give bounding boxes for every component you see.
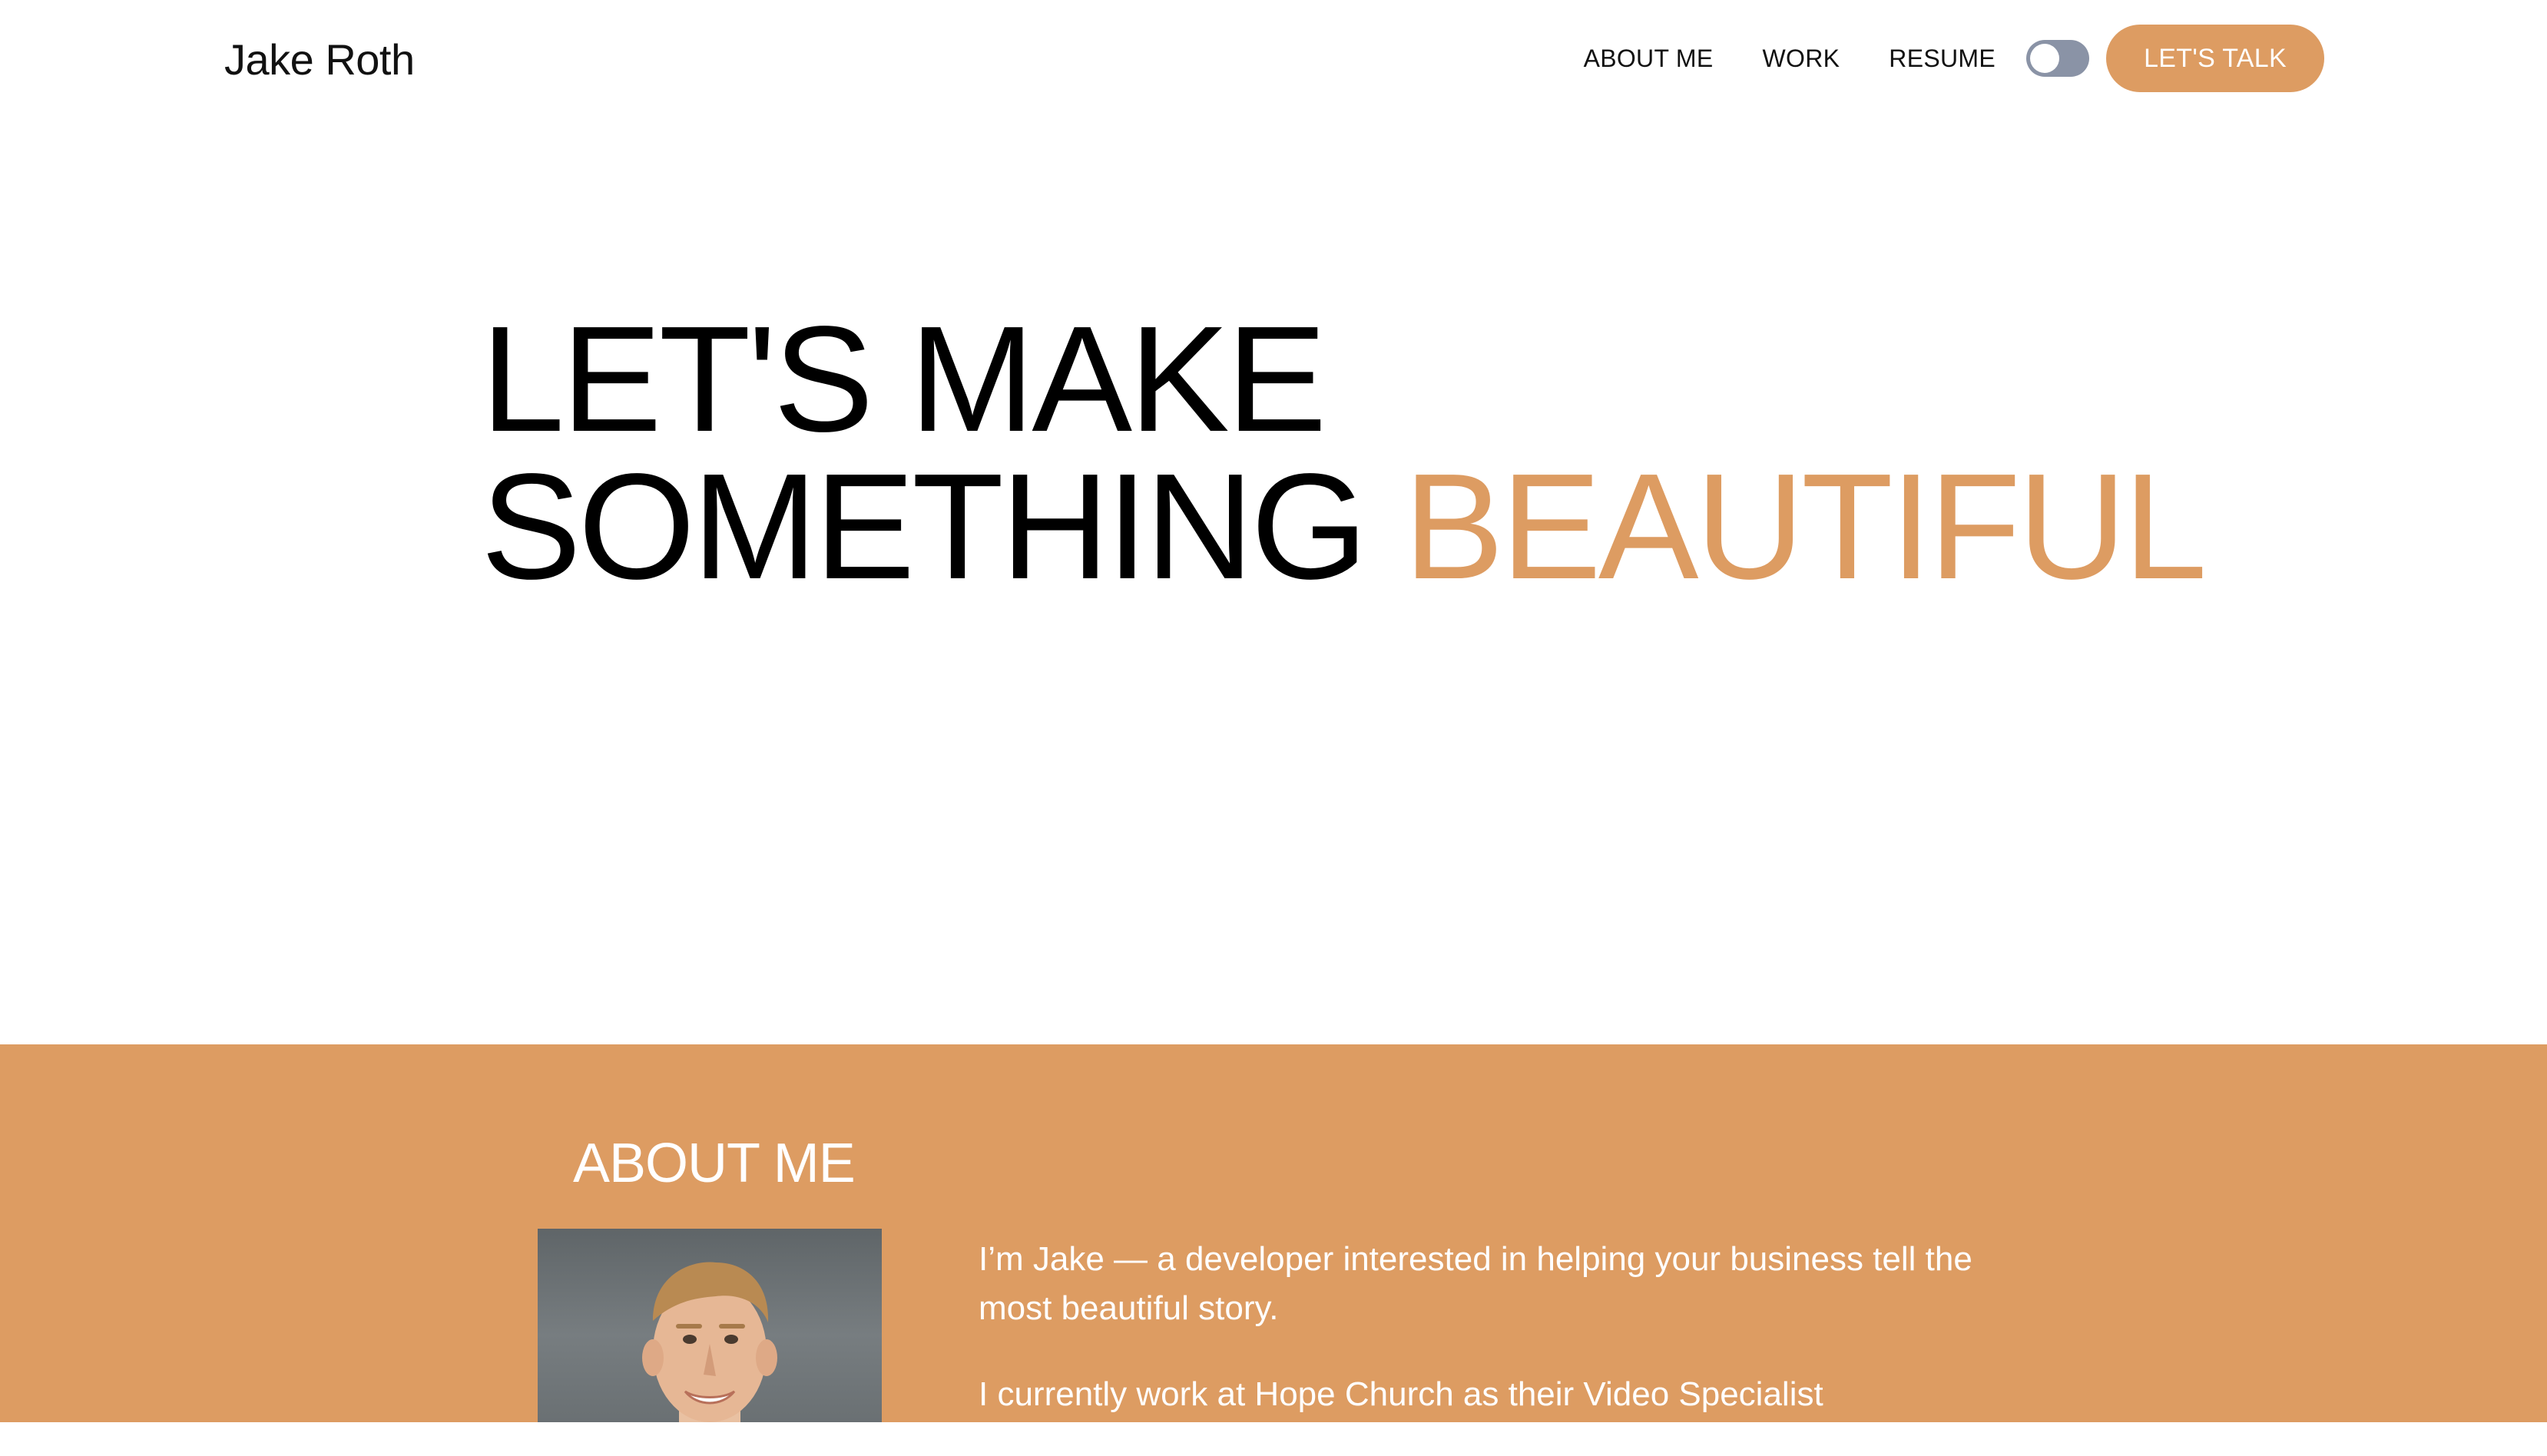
about-section: ABOUT ME I’m Jake — a developer interest… [0,1044,2547,1422]
nav-about-me[interactable]: ABOUT ME [1584,45,1714,73]
toggle-knob [2030,44,2059,73]
nav-work[interactable]: WORK [1763,45,1840,73]
hero-line-2-accent: BEAUTIFUL [1403,442,2207,611]
brand-logo[interactable]: Jake Roth [224,32,415,88]
portrait-illustration [642,1262,777,1422]
about-paragraph-1: I’m Jake — a developer interested in hel… [979,1240,1972,1327]
about-title: ABOUT ME [573,1133,856,1194]
hero-line-1: LET'S MAKE [481,295,1327,463]
theme-toggle[interactable] [2026,40,2089,77]
hero-line-2-plain: SOMETHING [481,442,1368,611]
hero-heading: LET'S MAKE SOMETHING BEAUTIFUL [481,304,2208,602]
profile-photo [538,1229,882,1422]
about-paragraph-2: I currently work at Hope Church as their… [979,1375,1823,1413]
main-nav: ABOUT ME WORK RESUME LET'S TALK [1584,25,2324,92]
about-text: I’m Jake — a developer interested in hel… [979,1235,2046,1456]
lets-talk-button[interactable]: LET'S TALK [2106,25,2324,92]
nav-resume[interactable]: RESUME [1889,45,1996,73]
